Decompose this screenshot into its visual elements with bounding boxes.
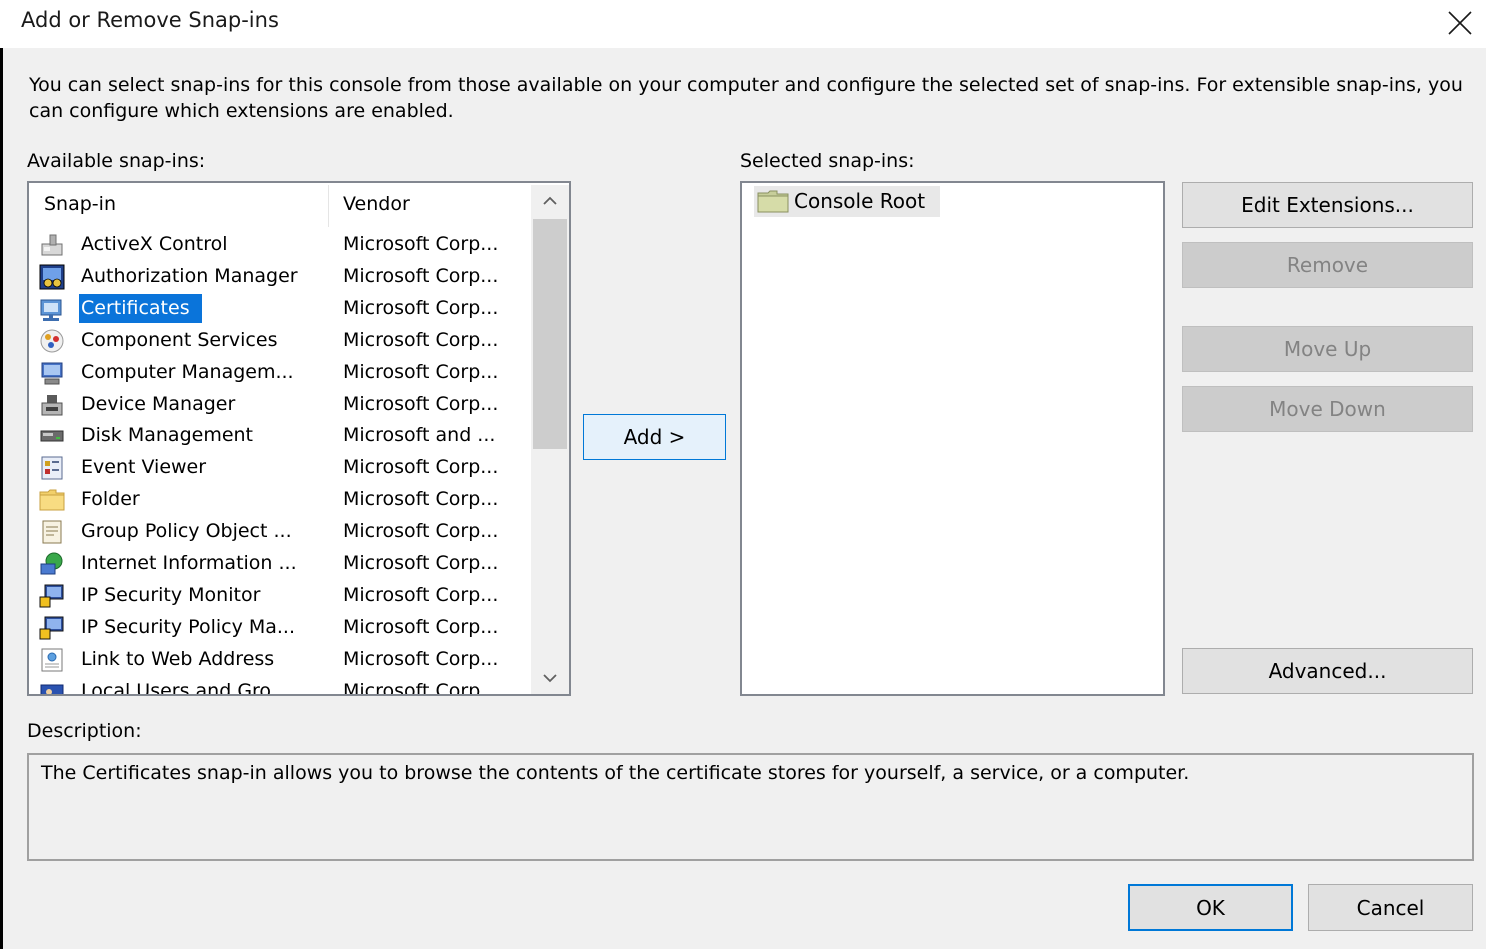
snapin-name: Component Services	[81, 328, 278, 351]
column-divider[interactable]	[328, 185, 329, 227]
snapin-vendor: Microsoft Corp...	[343, 392, 499, 415]
scroll-up-button[interactable]	[531, 185, 569, 217]
snapin-row[interactable]: Certificates Microsoft Corp...	[29, 293, 529, 325]
snapin-name: Device Manager	[81, 392, 236, 415]
snapin-vendor: Microsoft Corp...	[343, 233, 499, 255]
authorization-manager-icon	[39, 264, 65, 290]
snapin-row[interactable]: Computer Managem... Microsoft Corp...	[29, 357, 529, 389]
snapin-row[interactable]: IP Security Monitor Microsoft Corp...	[29, 580, 529, 612]
snapin-row[interactable]: Disk Management Microsoft and ...	[29, 420, 529, 452]
console-root-label: Console Root	[794, 189, 926, 213]
description-text: The Certificates snap-in allows you to b…	[41, 762, 1190, 784]
snapin-vendor: Microsoft Corp...	[343, 647, 499, 670]
snapin-vendor: Microsoft and ...	[343, 424, 496, 447]
snapin-row[interactable]: Link to Web Address Microsoft Corp...	[29, 644, 529, 676]
snapin-vendor: Microsoft Corp...	[343, 328, 499, 351]
snapin-row[interactable]: Event Viewer Microsoft Corp...	[29, 452, 529, 484]
selected-item-console-root[interactable]: Console Root	[754, 186, 940, 217]
snapin-name: ActiveX Control	[81, 233, 228, 255]
snapin-row[interactable]: IP Security Policy Ma... Microsoft Corp..…	[29, 612, 529, 644]
snapin-vendor: Microsoft Corp...	[343, 456, 499, 479]
snapin-name: IP Security Monitor	[81, 583, 261, 606]
snapin-name: IP Security Policy Ma...	[81, 615, 296, 638]
snapin-name: Local Users and Gro...	[81, 679, 289, 696]
snapin-row[interactable]: Device Manager Microsoft Corp...	[29, 389, 529, 421]
snapin-vendor: Microsoft Corp...	[343, 583, 499, 606]
chevron-up-icon	[543, 196, 557, 205]
available-snapins-list[interactable]: Snap-in Vendor ActiveX Control Microsoft …	[27, 181, 571, 696]
snapin-vendor: Microsoft Corp...	[343, 264, 499, 287]
move-up-button[interactable]: Move Up	[1182, 326, 1473, 372]
window-edge	[0, 0, 3, 949]
ok-button[interactable]: OK	[1128, 884, 1293, 931]
description-label: Description:	[27, 720, 142, 742]
description-box: The Certificates snap-in allows you to b…	[27, 753, 1474, 861]
close-icon	[1448, 11, 1472, 35]
component-services-icon	[40, 329, 64, 353]
snapin-row[interactable]: Internet Information ... Microsoft Corp..…	[29, 548, 529, 580]
group-policy-icon	[42, 520, 62, 544]
snapin-row[interactable]: Component Services Microsoft Corp...	[29, 325, 529, 357]
folder-icon	[757, 190, 789, 213]
local-users-icon	[40, 684, 64, 694]
snapin-vendor: Microsoft Corp...	[343, 679, 499, 696]
scroll-down-button[interactable]	[531, 662, 569, 694]
title-bar: Add or Remove Snap-ins	[0, 0, 1486, 48]
ip-security-policy-icon	[39, 616, 64, 640]
snapin-row[interactable]: Folder Microsoft Corp...	[29, 484, 529, 516]
certificates-icon	[40, 299, 62, 321]
advanced-button[interactable]: Advanced...	[1182, 648, 1473, 694]
remove-button[interactable]: Remove	[1182, 242, 1473, 288]
add-button[interactable]: Add >	[583, 414, 726, 460]
column-header-snapin[interactable]: Snap-in	[44, 193, 116, 215]
snapin-vendor: Microsoft Corp...	[343, 488, 499, 511]
snapin-name: Computer Managem...	[81, 360, 294, 383]
chevron-down-icon	[543, 674, 557, 683]
snapin-vendor: Microsoft Corp...	[343, 360, 499, 383]
move-down-button[interactable]: Move Down	[1182, 386, 1473, 432]
snapin-name: Internet Information ...	[81, 552, 297, 574]
snapin-row[interactable]: Local Users and Gro... Microsoft Corp...	[29, 676, 529, 696]
ip-security-monitor-icon	[39, 584, 64, 608]
device-manager-icon	[41, 394, 63, 415]
snapin-name: Folder	[81, 488, 140, 511]
close-button[interactable]	[1434, 0, 1486, 46]
window-title: Add or Remove Snap-ins	[21, 8, 279, 32]
computer-management-icon	[41, 362, 63, 385]
event-viewer-icon	[41, 456, 63, 480]
snapin-vendor: Microsoft Corp...	[343, 552, 499, 574]
web-link-icon	[41, 648, 63, 672]
snapin-row[interactable]: ActiveX Control Microsoft Corp...	[29, 229, 529, 261]
folder-icon	[39, 489, 65, 511]
snapin-name: Event Viewer	[81, 456, 207, 479]
edit-extensions-button[interactable]: Edit Extensions...	[1182, 182, 1473, 228]
column-header-vendor[interactable]: Vendor	[343, 193, 410, 215]
snapin-name: Disk Management	[81, 424, 254, 447]
selected-snapins-list[interactable]: Console Root	[740, 181, 1165, 696]
selected-snapins-label: Selected snap-ins:	[740, 150, 915, 172]
snapin-name: Link to Web Address	[81, 647, 275, 670]
intro-text: You can select snap-ins for this console…	[29, 74, 1463, 122]
disk-management-icon	[40, 430, 64, 442]
available-snapins-label: Available snap-ins:	[27, 150, 206, 172]
snapin-name: Group Policy Object ...	[81, 520, 292, 543]
list-scrollbar[interactable]	[531, 185, 569, 694]
snapin-row[interactable]: Group Policy Object ... Microsoft Corp...	[29, 516, 529, 548]
cancel-button[interactable]: Cancel	[1308, 884, 1473, 931]
iis-icon	[40, 552, 63, 575]
snapin-vendor: Microsoft Corp...	[343, 296, 499, 319]
snapin-name: Authorization Manager	[81, 264, 298, 287]
scroll-thumb[interactable]	[533, 219, 567, 449]
snapin-vendor: Microsoft Corp...	[343, 615, 499, 638]
snapin-row[interactable]: Authorization Manager Microsoft Corp...	[29, 261, 529, 293]
snapin-vendor: Microsoft Corp...	[343, 520, 499, 543]
activex-control-icon	[41, 234, 63, 256]
snapin-name: Certificates	[79, 293, 202, 323]
